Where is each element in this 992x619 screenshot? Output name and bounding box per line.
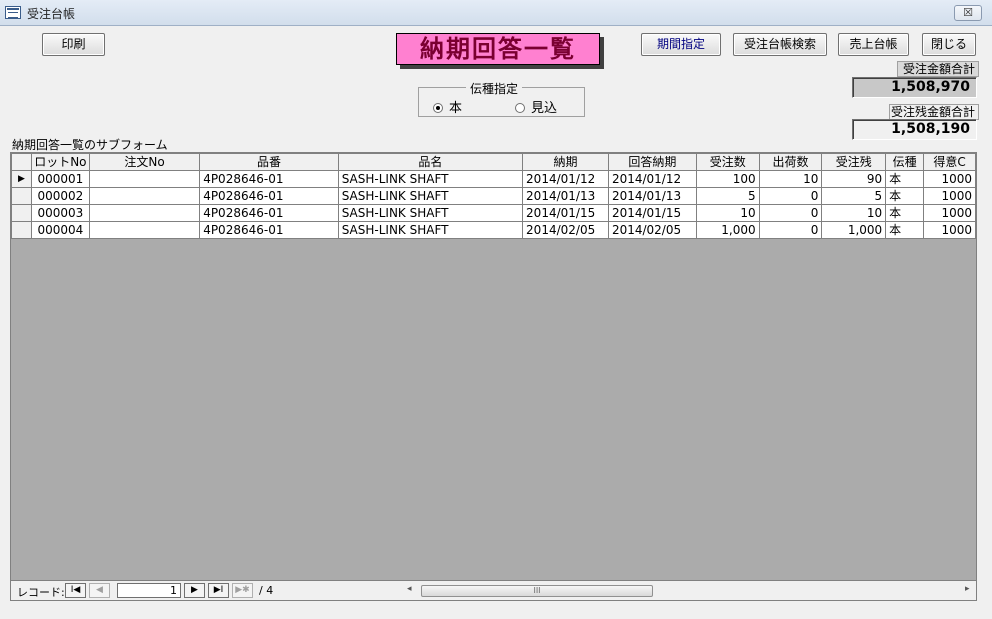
part-no-cell[interactable]: 4P028646-01 xyxy=(199,221,339,239)
first-record-icon[interactable]: I◀ xyxy=(65,583,86,598)
order-ledger-search-button[interactable]: 受注台帳検索 xyxy=(733,33,827,56)
order-qty-cell[interactable]: 100 xyxy=(695,170,760,188)
lot-no-cell[interactable]: 000004 xyxy=(30,221,90,239)
column-header[interactable]: 受注数 xyxy=(695,153,760,171)
next-record-icon[interactable]: ▶ xyxy=(184,583,205,598)
record-label: レコード: xyxy=(17,586,65,599)
order-no-cell[interactable] xyxy=(88,170,201,188)
order-no-cell[interactable] xyxy=(88,221,201,239)
part-name-cell[interactable]: SASH-LINK SHAFT xyxy=(337,204,524,222)
horizontal-scrollbar[interactable]: ◂ III ▸ xyxy=(405,584,975,598)
record-navigation-bar: レコード: I◀ ◀ 1 ▶ ▶I ▶✱ / 4 ◂ III ▸ xyxy=(10,581,977,601)
row-selector[interactable] xyxy=(11,204,32,222)
lot-no-cell[interactable]: 000002 xyxy=(30,187,90,205)
scroll-left-icon[interactable]: ◂ xyxy=(407,584,412,594)
current-record-input[interactable]: 1 xyxy=(117,583,181,598)
slip-type-cell[interactable]: 本 xyxy=(885,170,925,188)
part-no-cell[interactable]: 4P028646-01 xyxy=(199,170,339,188)
table-row[interactable]: 000003 4P028646-01 SASH-LINK SHAFT 2014/… xyxy=(11,204,976,222)
remaining-qty-cell[interactable]: 1,000 xyxy=(821,221,887,239)
grid-header-row: ロットNo 注文No 品番 品名 納期 回答納期 受注数 出荷数 受注残 伝種 … xyxy=(11,153,976,171)
order-qty-cell[interactable]: 1,000 xyxy=(695,221,760,239)
order-grid: ロットNo 注文No 品番 品名 納期 回答納期 受注数 出荷数 受注残 伝種 … xyxy=(10,152,977,581)
part-name-cell[interactable]: SASH-LINK SHAFT xyxy=(337,187,524,205)
customer-code-cell[interactable]: 1000 xyxy=(923,204,976,222)
remaining-amount-label: 受注残金額合計 xyxy=(889,104,979,120)
radio-unselected-icon xyxy=(515,102,525,113)
column-header[interactable]: 出荷数 xyxy=(758,153,823,171)
form-icon xyxy=(5,6,21,19)
record-total: / 4 xyxy=(259,584,274,597)
lot-no-cell[interactable]: 000001 xyxy=(30,170,90,188)
column-header[interactable]: ロットNo xyxy=(30,153,90,171)
slip-type-label: 伝種指定 xyxy=(466,80,523,97)
window-title: 受注台帳 xyxy=(27,7,76,21)
part-no-cell[interactable]: 4P028646-01 xyxy=(199,187,339,205)
slip-type-option-hon[interactable]: 本 xyxy=(433,97,462,116)
shipped-qty-cell[interactable]: 0 xyxy=(758,187,823,205)
close-button[interactable]: 閉じる xyxy=(922,33,976,56)
column-header[interactable]: 注文No xyxy=(88,153,201,171)
column-header[interactable]: 伝種 xyxy=(885,153,925,171)
order-no-cell[interactable] xyxy=(88,204,201,222)
slip-type-cell[interactable]: 本 xyxy=(885,204,925,222)
shipped-qty-cell[interactable]: 10 xyxy=(758,170,823,188)
part-name-cell[interactable]: SASH-LINK SHAFT xyxy=(337,170,524,188)
column-header[interactable]: 受注残 xyxy=(821,153,887,171)
order-qty-cell[interactable]: 5 xyxy=(695,187,760,205)
scroll-thumb[interactable]: III xyxy=(421,585,653,597)
page-title: 納期回答一覧 xyxy=(396,33,600,65)
new-record-icon[interactable]: ▶✱ xyxy=(232,583,253,598)
due-date-cell[interactable]: 2014/01/15 xyxy=(522,204,609,222)
scroll-right-icon[interactable]: ▸ xyxy=(965,584,970,594)
customer-code-cell[interactable]: 1000 xyxy=(923,187,976,205)
subform-label: 納期回答一覧のサブフォーム xyxy=(12,138,168,152)
remaining-qty-cell[interactable]: 5 xyxy=(821,187,887,205)
slip-type-cell[interactable]: 本 xyxy=(885,187,925,205)
print-button[interactable]: 印刷 xyxy=(42,33,105,56)
slip-type-cell[interactable]: 本 xyxy=(885,221,925,239)
customer-code-cell[interactable]: 1000 xyxy=(923,221,976,239)
order-no-cell[interactable] xyxy=(88,187,201,205)
answer-date-cell[interactable]: 2014/01/13 xyxy=(607,187,697,205)
column-header[interactable]: 品番 xyxy=(199,153,339,171)
order-amount-label: 受注金額合計 xyxy=(897,61,979,77)
order-amount-total: 1,508,970 xyxy=(852,77,977,98)
table-row[interactable]: 000002 4P028646-01 SASH-LINK SHAFT 2014/… xyxy=(11,187,976,205)
shipped-qty-cell[interactable]: 0 xyxy=(758,221,823,239)
sales-ledger-button[interactable]: 売上台帳 xyxy=(838,33,909,56)
due-date-cell[interactable]: 2014/01/13 xyxy=(522,187,609,205)
answer-date-cell[interactable]: 2014/01/12 xyxy=(607,170,697,188)
answer-date-cell[interactable]: 2014/02/05 xyxy=(607,221,697,239)
last-record-icon[interactable]: ▶I xyxy=(208,583,229,598)
lot-no-cell[interactable]: 000003 xyxy=(30,204,90,222)
due-date-cell[interactable]: 2014/02/05 xyxy=(522,221,609,239)
column-header[interactable]: 回答納期 xyxy=(607,153,697,171)
remaining-amount-total: 1,508,190 xyxy=(852,119,977,140)
row-selector[interactable] xyxy=(11,187,32,205)
radio-selected-icon xyxy=(433,102,443,113)
table-row[interactable]: ▶ 000001 4P028646-01 SASH-LINK SHAFT 201… xyxy=(11,170,976,188)
row-selector[interactable] xyxy=(11,221,32,239)
customer-code-cell[interactable]: 1000 xyxy=(923,170,976,188)
row-selector-header[interactable] xyxy=(11,153,32,171)
slip-type-option-mikomi[interactable]: 見込 xyxy=(515,97,557,116)
column-header[interactable]: 品名 xyxy=(337,153,524,171)
period-button[interactable]: 期間指定 xyxy=(641,33,721,56)
column-header[interactable]: 得意C xyxy=(923,153,976,171)
answer-date-cell[interactable]: 2014/01/15 xyxy=(607,204,697,222)
window-close-button[interactable]: ☒ xyxy=(954,5,982,21)
order-qty-cell[interactable]: 10 xyxy=(695,204,760,222)
shipped-qty-cell[interactable]: 0 xyxy=(758,204,823,222)
table-row[interactable]: 000004 4P028646-01 SASH-LINK SHAFT 2014/… xyxy=(11,221,976,239)
row-selector-current[interactable]: ▶ xyxy=(11,170,32,188)
remaining-qty-cell[interactable]: 10 xyxy=(821,204,887,222)
part-no-cell[interactable]: 4P028646-01 xyxy=(199,204,339,222)
part-name-cell[interactable]: SASH-LINK SHAFT xyxy=(337,221,524,239)
due-date-cell[interactable]: 2014/01/12 xyxy=(522,170,609,188)
previous-record-icon[interactable]: ◀ xyxy=(89,583,110,598)
column-header[interactable]: 納期 xyxy=(522,153,609,171)
remaining-qty-cell[interactable]: 90 xyxy=(821,170,887,188)
title-bar: 受注台帳 ☒ xyxy=(0,0,992,26)
